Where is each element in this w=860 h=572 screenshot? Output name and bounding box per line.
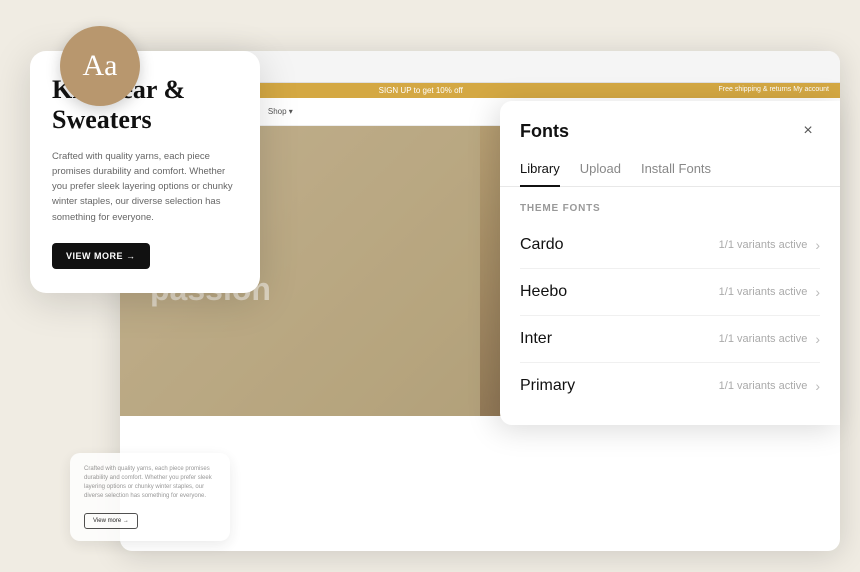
font-meta-cardo: 1/1 variants active › bbox=[719, 237, 820, 253]
font-variants-primary: 1/1 variants active bbox=[719, 380, 808, 392]
font-variants-cardo: 1/1 variants active bbox=[719, 239, 808, 251]
chevron-right-icon-cardo: › bbox=[815, 237, 820, 253]
mini-view-more-button[interactable]: View more → bbox=[84, 513, 138, 529]
font-item-cardo[interactable]: Cardo 1/1 variants active › bbox=[520, 222, 820, 269]
font-meta-inter: 1/1 variants active › bbox=[719, 331, 820, 347]
font-item-inter[interactable]: Inter 1/1 variants active › bbox=[520, 316, 820, 363]
font-name-cardo: Cardo bbox=[520, 236, 564, 254]
font-variants-inter: 1/1 variants active bbox=[719, 333, 808, 345]
tab-upload[interactable]: Upload bbox=[580, 155, 621, 186]
fonts-panel-header: Fonts × bbox=[500, 101, 840, 155]
font-item-primary[interactable]: Primary 1/1 variants active › bbox=[520, 363, 820, 409]
top-bar-text: SIGN UP to get 10% off bbox=[379, 86, 463, 95]
font-name-primary: Primary bbox=[520, 377, 575, 395]
mini-card-body: Crafted with quality yarns, each piece p… bbox=[84, 465, 216, 501]
product-card: Knitwear & Sweaters Crafted with quality… bbox=[30, 51, 260, 293]
chevron-right-icon-heebo: › bbox=[815, 284, 820, 300]
font-meta-primary: 1/1 variants active › bbox=[719, 378, 820, 394]
scene: Aa SIGN UP to get 10% off Free shipping … bbox=[20, 21, 840, 551]
fonts-panel-body: THEME FONTS Cardo 1/1 variants active › … bbox=[500, 187, 840, 425]
card-body: Crafted with quality yarns, each piece p… bbox=[52, 149, 238, 225]
chevron-right-icon-primary: › bbox=[815, 378, 820, 394]
aa-badge: Aa bbox=[60, 26, 140, 106]
view-more-button[interactable]: VIEW MORE → bbox=[52, 243, 150, 269]
mini-card: Crafted with quality yarns, each piece p… bbox=[70, 453, 230, 541]
font-variants-heebo: 1/1 variants active bbox=[719, 286, 808, 298]
font-item-heebo[interactable]: Heebo 1/1 variants active › bbox=[520, 269, 820, 316]
fonts-panel-tabs: Library Upload Install Fonts bbox=[500, 155, 840, 187]
font-name-inter: Inter bbox=[520, 330, 552, 348]
theme-fonts-label: THEME FONTS bbox=[520, 203, 820, 214]
aa-label: Aa bbox=[83, 49, 118, 83]
fonts-panel-title: Fonts bbox=[520, 121, 569, 142]
chevron-right-icon-inter: › bbox=[815, 331, 820, 347]
close-button[interactable]: × bbox=[796, 119, 820, 143]
tab-library[interactable]: Library bbox=[520, 155, 560, 186]
fonts-panel: Fonts × Library Upload Install Fonts THE… bbox=[500, 101, 840, 425]
font-meta-heebo: 1/1 variants active › bbox=[719, 284, 820, 300]
tab-install-fonts[interactable]: Install Fonts bbox=[641, 155, 711, 186]
top-bar-right: Free shipping & returns My account bbox=[719, 86, 830, 93]
font-name-heebo: Heebo bbox=[520, 283, 567, 301]
nav-shop[interactable]: Shop ▾ bbox=[268, 107, 293, 116]
